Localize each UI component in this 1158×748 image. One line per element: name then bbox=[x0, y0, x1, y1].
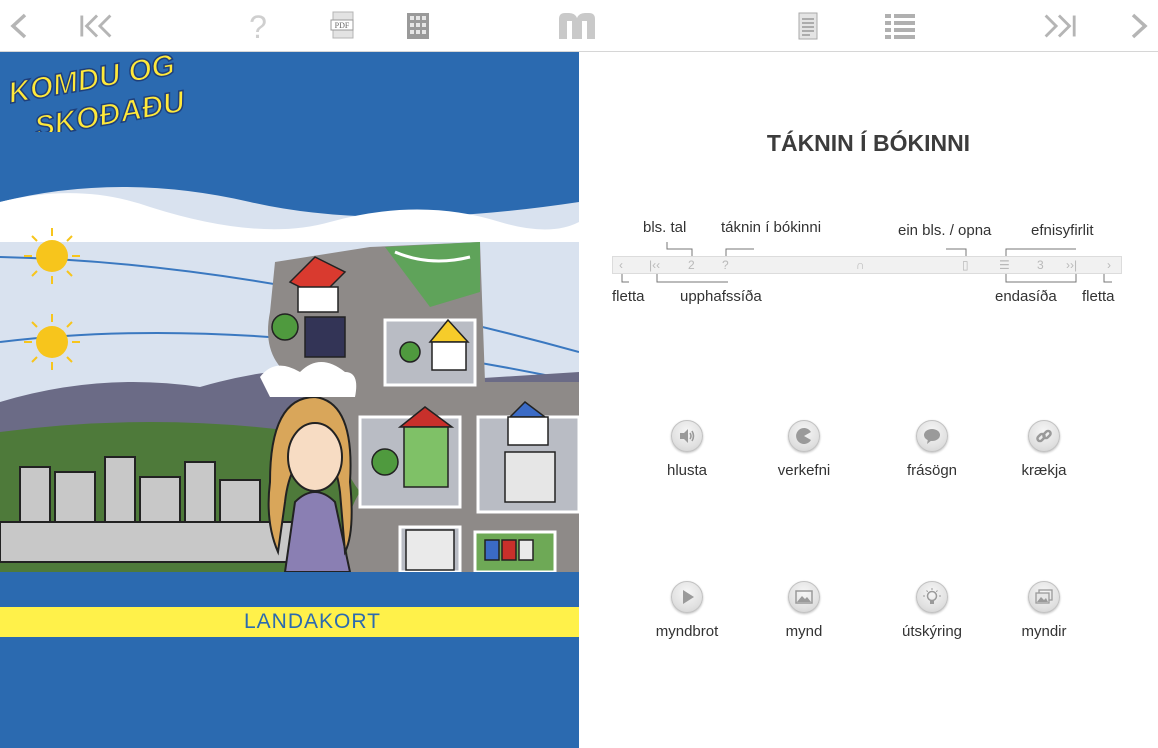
icon-label: hlusta bbox=[666, 462, 708, 479]
icon-item-mynd[interactable]: mynd bbox=[744, 581, 864, 640]
contents-button[interactable] bbox=[880, 6, 920, 46]
last-page-button[interactable] bbox=[1038, 6, 1078, 46]
icon-label: verkefni bbox=[777, 462, 831, 479]
mini-m-logo-icon: ∩ bbox=[856, 258, 865, 272]
images-icon bbox=[1028, 581, 1060, 613]
list-icon bbox=[885, 14, 915, 39]
toolbar: ? PDF bbox=[0, 0, 1158, 52]
pdf-button[interactable]: PDF bbox=[322, 6, 362, 46]
icon-label: krækja bbox=[1021, 462, 1067, 479]
double-chevron-left-icon bbox=[80, 14, 112, 38]
chevron-right-icon bbox=[1131, 13, 1148, 39]
icon-label: útskýring bbox=[901, 623, 963, 640]
cover-illustration bbox=[0, 187, 579, 607]
cover-subtitle-band: LANDAKORT bbox=[0, 607, 579, 637]
icon-label: mynd bbox=[785, 623, 823, 640]
speech-bubble-icon bbox=[916, 420, 948, 452]
grid-button[interactable] bbox=[398, 6, 438, 46]
legend-label-upphafssida: upphafssíða bbox=[680, 288, 762, 305]
icon-item-myndbrot[interactable]: myndbrot bbox=[627, 581, 747, 640]
icon-label: myndbrot bbox=[655, 623, 719, 640]
cover-title: KOMDU OG SKOÐAÐU bbox=[5, 52, 189, 132]
m-logo-icon bbox=[559, 13, 595, 39]
mini-page-right: 3 bbox=[1037, 258, 1044, 272]
image-icon bbox=[788, 581, 820, 613]
mini-question-icon: ? bbox=[722, 258, 729, 272]
play-icon bbox=[671, 581, 703, 613]
speaker-icon bbox=[671, 420, 703, 452]
single-page-button[interactable] bbox=[788, 6, 828, 46]
pdf-icon: PDF bbox=[330, 11, 354, 39]
prev-page-button[interactable] bbox=[0, 6, 40, 46]
legend-label-fletta-right: fletta bbox=[1082, 288, 1115, 305]
chevron-left-icon bbox=[10, 13, 27, 39]
first-page-button[interactable] bbox=[78, 6, 118, 46]
legend-panel: TÁKNIN Í BÓKINNI bls. tal táknin í bókin… bbox=[579, 52, 1158, 748]
icon-item-hlusta[interactable]: hlusta bbox=[627, 420, 747, 479]
pacman-icon bbox=[788, 420, 820, 452]
mini-page-icon: ▯ bbox=[962, 258, 969, 272]
next-page-button[interactable] bbox=[1118, 6, 1158, 46]
toolbar-legend-bar: ‹ |‹‹ 2 ? ∩ ▯ ☰ 3 ››| › bbox=[612, 256, 1122, 274]
icon-label: frásögn bbox=[906, 462, 958, 479]
grid-icon bbox=[407, 13, 429, 39]
mini-double-chevron-left-icon: |‹‹ bbox=[649, 258, 661, 272]
icon-item-frasogn[interactable]: frásögn bbox=[872, 420, 992, 479]
mini-chevron-left-icon: ‹ bbox=[619, 258, 623, 272]
home-logo-button[interactable] bbox=[554, 6, 600, 46]
mini-list-icon: ☰ bbox=[999, 258, 1010, 272]
mini-double-chevron-right-icon: ››| bbox=[1066, 258, 1078, 272]
icon-label: myndir bbox=[1021, 623, 1067, 640]
page-icon bbox=[798, 12, 818, 40]
pdf-label: PDF bbox=[335, 21, 350, 30]
question-icon: ? bbox=[249, 9, 267, 43]
legend-label-endasida: endasíða bbox=[995, 288, 1057, 305]
help-button[interactable]: ? bbox=[238, 6, 278, 46]
link-icon bbox=[1028, 420, 1060, 452]
icon-item-kraekja[interactable]: krækja bbox=[984, 420, 1104, 479]
book-cover: KOMDU OG SKOÐAÐU LANDAKORT bbox=[0, 52, 579, 748]
icon-item-verkefni[interactable]: verkefni bbox=[744, 420, 864, 479]
svg-text:?: ? bbox=[249, 9, 267, 43]
double-chevron-right-icon bbox=[1044, 14, 1076, 38]
mini-page-left: 2 bbox=[688, 258, 695, 272]
mini-chevron-right-icon: › bbox=[1107, 258, 1111, 272]
icon-item-myndir[interactable]: myndir bbox=[984, 581, 1104, 640]
legend-label-fletta-left: fletta bbox=[612, 288, 645, 305]
cover-subtitle: LANDAKORT bbox=[244, 610, 381, 633]
icon-item-utskyring[interactable]: útskýring bbox=[872, 581, 992, 640]
lightbulb-icon bbox=[916, 581, 948, 613]
